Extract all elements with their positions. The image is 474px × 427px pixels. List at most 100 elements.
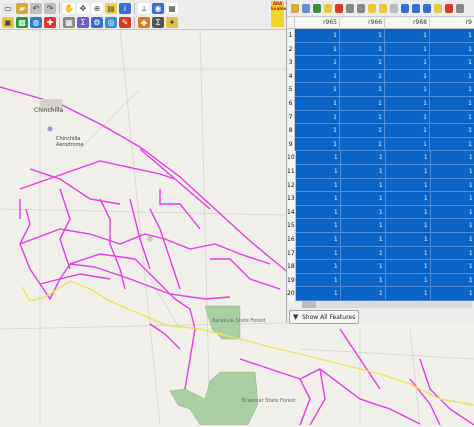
pan-map-icon[interactable]: ✋ (63, 2, 75, 14)
table-cell[interactable]: 1 (295, 178, 341, 193)
table-cell[interactable]: 1 (385, 124, 430, 138)
table-cell[interactable]: 1 (385, 56, 430, 70)
table-cell[interactable]: 1 (340, 164, 386, 179)
table-cell[interactable]: 1 (295, 56, 340, 70)
table-row[interactable]: 51111 (287, 83, 474, 97)
scrollbar-thumb[interactable] (302, 301, 316, 308)
table-row[interactable]: 21111 (287, 42, 474, 57)
table-cell[interactable]: 1 (295, 110, 340, 125)
add-raster-layer-icon[interactable]: ▩ (16, 16, 28, 28)
table-row[interactable]: 71111 (287, 110, 474, 125)
digitize-icon[interactable]: ✎ (119, 16, 131, 28)
table-row[interactable]: 20 1 1 1 1 (287, 287, 474, 301)
column-header[interactable]: r968 (385, 18, 430, 28)
table-cell[interactable]: 1 (385, 246, 431, 261)
table-cell[interactable]: 1 (385, 69, 430, 84)
table-cell[interactable]: 1 (340, 124, 385, 138)
table-row[interactable]: 17 1 1 1 1 (287, 246, 474, 261)
table-cell[interactable]: 1 (385, 273, 431, 288)
add-feature-icon[interactable] (324, 3, 332, 13)
row-number[interactable]: 4 (287, 69, 295, 84)
row-number[interactable]: 2 (287, 42, 295, 57)
row-number[interactable]: 13 (287, 192, 296, 206)
table-cell[interactable]: 1 (430, 246, 474, 261)
undo-icon[interactable]: ↶ (30, 2, 42, 14)
table-cell[interactable]: 1 (340, 69, 385, 84)
table-row[interactable]: 14 1 1 1 1 (287, 205, 474, 220)
table-cell[interactable]: 1 (385, 96, 430, 111)
table-row[interactable]: 91111 (287, 137, 474, 152)
row-number[interactable]: 9 (287, 137, 295, 152)
table-cell[interactable]: 1 (430, 124, 474, 138)
row-number[interactable]: 18 (287, 260, 296, 274)
table-cell[interactable]: 1 (430, 287, 474, 301)
sum-icon[interactable]: Σ (152, 16, 164, 28)
globe-icon[interactable]: ◎ (105, 16, 117, 28)
table-cell[interactable]: 1 (430, 83, 474, 97)
table-cell[interactable]: 1 (385, 205, 431, 220)
table-cell[interactable]: 1 (340, 137, 385, 152)
table-cell[interactable]: 1 (430, 137, 474, 152)
row-number[interactable]: 16 (287, 232, 296, 247)
table-cell[interactable]: 1 (385, 110, 430, 125)
table-cell[interactable]: 1 (385, 29, 430, 43)
row-number[interactable]: 11 (287, 164, 296, 179)
table-cell[interactable]: 1 (385, 178, 431, 193)
horizontal-scrollbar[interactable] (302, 301, 472, 308)
table-cell[interactable]: 1 (295, 232, 341, 247)
table-cell[interactable]: 1 (340, 260, 386, 274)
table-cell[interactable]: 1 (340, 192, 386, 206)
table-cell[interactable]: 1 (340, 205, 386, 220)
table-cell[interactable]: 1 (385, 137, 430, 152)
open-table-icon[interactable]: ▦ (166, 2, 178, 14)
table-cell[interactable]: 1 (340, 246, 386, 261)
table-cell[interactable]: 1 (430, 164, 474, 179)
table-cell[interactable]: 1 (295, 164, 341, 179)
table-row[interactable]: 31111 (287, 56, 474, 70)
table-cell[interactable]: 1 (430, 56, 474, 70)
table-cell[interactable]: 1 (295, 287, 341, 301)
save-edits-icon[interactable] (302, 3, 310, 13)
table-cell[interactable]: 1 (295, 29, 340, 43)
row-number[interactable]: 3 (287, 56, 295, 70)
table-row[interactable]: 61111 (287, 96, 474, 111)
deselect-icon[interactable] (390, 3, 398, 13)
select-features-icon[interactable]: ▤ (105, 2, 117, 14)
statistics-icon[interactable]: Σ (77, 16, 89, 28)
table-cell[interactable]: 1 (295, 124, 340, 138)
row-number[interactable]: 19 (287, 273, 296, 288)
row-number[interactable]: 7 (287, 110, 295, 125)
row-number[interactable]: 1 (287, 29, 295, 43)
table-cell[interactable]: 1 (295, 151, 341, 165)
row-number[interactable]: 15 (287, 219, 296, 233)
table-cell[interactable]: 1 (430, 110, 474, 125)
delete-feature-icon[interactable] (335, 3, 343, 13)
table-cell[interactable]: 1 (385, 151, 431, 165)
table-cell[interactable]: 1 (295, 273, 341, 288)
table-cell[interactable]: 1 (430, 69, 474, 84)
table-cell[interactable]: 1 (385, 260, 431, 274)
reload-icon[interactable] (313, 3, 321, 13)
zoom-in-icon[interactable]: ⊕ (91, 2, 103, 14)
copy-icon[interactable] (346, 3, 354, 13)
open-project-icon[interactable]: ▰ (16, 2, 28, 14)
row-number[interactable]: 6 (287, 96, 295, 111)
table-row[interactable]: 10 1 1 1 1 (287, 151, 474, 165)
table-cell[interactable]: 1 (340, 178, 386, 193)
table-cell[interactable]: 1 (385, 192, 431, 206)
table-cell[interactable]: 1 (295, 246, 341, 261)
table-row[interactable]: 12 1 1 1 1 (287, 178, 474, 193)
field-calculator-icon[interactable]: ▦ (63, 16, 75, 28)
table-cell[interactable]: 1 (385, 42, 430, 57)
table-cell[interactable]: 1 (295, 260, 341, 274)
table-cell[interactable]: 1 (385, 287, 431, 301)
paste-icon[interactable] (357, 3, 365, 13)
table-cell[interactable]: 1 (340, 42, 385, 57)
row-number[interactable]: 10 (287, 151, 296, 165)
pan-to-selection-icon[interactable]: ✥ (77, 2, 89, 14)
column-header[interactable]: r965 (295, 18, 340, 28)
table-row[interactable]: 13 1 1 1 1 (287, 192, 474, 206)
table-cell[interactable]: 1 (295, 96, 340, 111)
zoom-to-selected-icon[interactable] (423, 3, 431, 13)
redo-icon[interactable]: ↷ (44, 2, 56, 14)
